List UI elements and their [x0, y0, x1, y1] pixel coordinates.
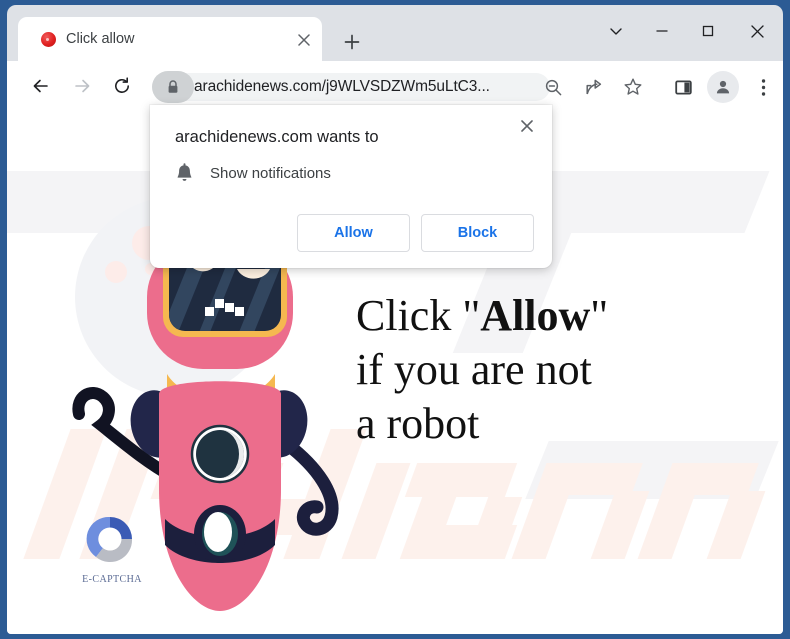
browser-tab[interactable]: Click allow	[18, 17, 322, 61]
side-panel-button[interactable]	[667, 71, 699, 103]
forward-button[interactable]	[66, 70, 98, 102]
minimize-icon	[656, 30, 668, 32]
forward-arrow-icon	[75, 79, 90, 93]
bookmark-button[interactable]	[617, 71, 649, 103]
headline-prefix: Click "	[356, 291, 481, 340]
maximize-button[interactable]	[685, 11, 731, 51]
lock-icon	[168, 80, 178, 93]
new-tab-button[interactable]	[337, 27, 367, 57]
ecaptcha-label: E-CAPTCHA	[82, 574, 142, 585]
allow-button[interactable]: Allow	[297, 214, 410, 252]
back-arrow-icon	[33, 79, 48, 93]
dialog-close-button[interactable]	[514, 113, 540, 139]
page-headline: Click "Allow" if you are not a robot	[356, 289, 686, 451]
tab-close-button[interactable]	[293, 29, 315, 51]
reload-button[interactable]	[106, 70, 138, 102]
url-text[interactable]: arachidenews.com/j9WLVSDZWm5uLtC3...	[194, 73, 544, 101]
back-button[interactable]	[25, 70, 57, 102]
watermark-pcrisk	[404, 525, 518, 559]
tab-favicon-icon	[41, 32, 56, 47]
ecaptcha-logo-icon	[86, 516, 133, 563]
close-icon	[750, 24, 764, 38]
block-button[interactable]: Block	[421, 214, 534, 252]
chevron-down-icon	[610, 28, 622, 35]
share-icon	[585, 79, 601, 94]
headline-line-3: a robot	[356, 399, 480, 448]
headline-bold-allow: Allow	[480, 291, 591, 340]
watermark-pcrisk	[706, 491, 766, 559]
zoom-out-icon	[545, 79, 561, 95]
star-icon	[624, 78, 642, 95]
close-icon	[521, 120, 533, 132]
bell-icon	[177, 163, 192, 181]
minimize-button[interactable]	[639, 11, 685, 51]
dialog-title: arachidenews.com wants to	[175, 128, 379, 146]
dialog-permission-row: Show notifications	[175, 163, 331, 184]
reload-icon	[115, 77, 129, 93]
headline-quote-close: "	[590, 291, 609, 340]
ecaptcha-branding: E-CAPTCHA	[82, 512, 142, 585]
watermark-pcrisk	[465, 497, 523, 559]
close-window-button[interactable]	[731, 11, 783, 51]
dialog-permission-label: Show notifications	[210, 165, 331, 182]
close-icon	[298, 34, 310, 46]
watermark-pcrisk	[404, 463, 518, 497]
three-dot-menu-icon	[761, 78, 765, 96]
watermark-pcrisk	[557, 463, 643, 495]
browser-toolbar: arachidenews.com/j9WLVSDZWm5uLtC3...	[7, 61, 783, 111]
headline-line-2: if you are not	[356, 345, 592, 394]
tab-strip: Click allow	[7, 5, 783, 61]
chrome-window-frame: Click allow arachidenews.com/j9WLVSDZWm5…	[7, 5, 783, 634]
dialog-action-buttons: Allow Block	[297, 214, 534, 252]
watermark-pcrisk	[590, 491, 650, 559]
browser-window-root: Click allow arachidenews.com/j9WLVSDZWm5…	[0, 0, 790, 639]
chrome-menu-button[interactable]	[747, 71, 779, 103]
maximize-icon	[702, 25, 714, 37]
site-info-button[interactable]	[152, 71, 194, 103]
profile-avatar-icon	[716, 80, 730, 94]
window-controls	[593, 5, 783, 57]
notification-permission-dialog: arachidenews.com wants to Show notificat…	[150, 105, 552, 268]
watermark-pcrisk	[683, 463, 759, 495]
tab-search-button[interactable]	[593, 11, 639, 51]
share-button[interactable]	[577, 71, 609, 103]
zoom-out-button[interactable]	[537, 71, 569, 103]
watermark-pcrisk	[399, 497, 457, 559]
tab-title: Click allow	[66, 31, 135, 47]
plus-icon	[344, 34, 360, 50]
watermark-pcrisk	[637, 463, 707, 559]
profile-button[interactable]	[707, 71, 739, 103]
side-panel-icon	[674, 80, 692, 94]
watermark-pcrisk	[511, 463, 581, 559]
